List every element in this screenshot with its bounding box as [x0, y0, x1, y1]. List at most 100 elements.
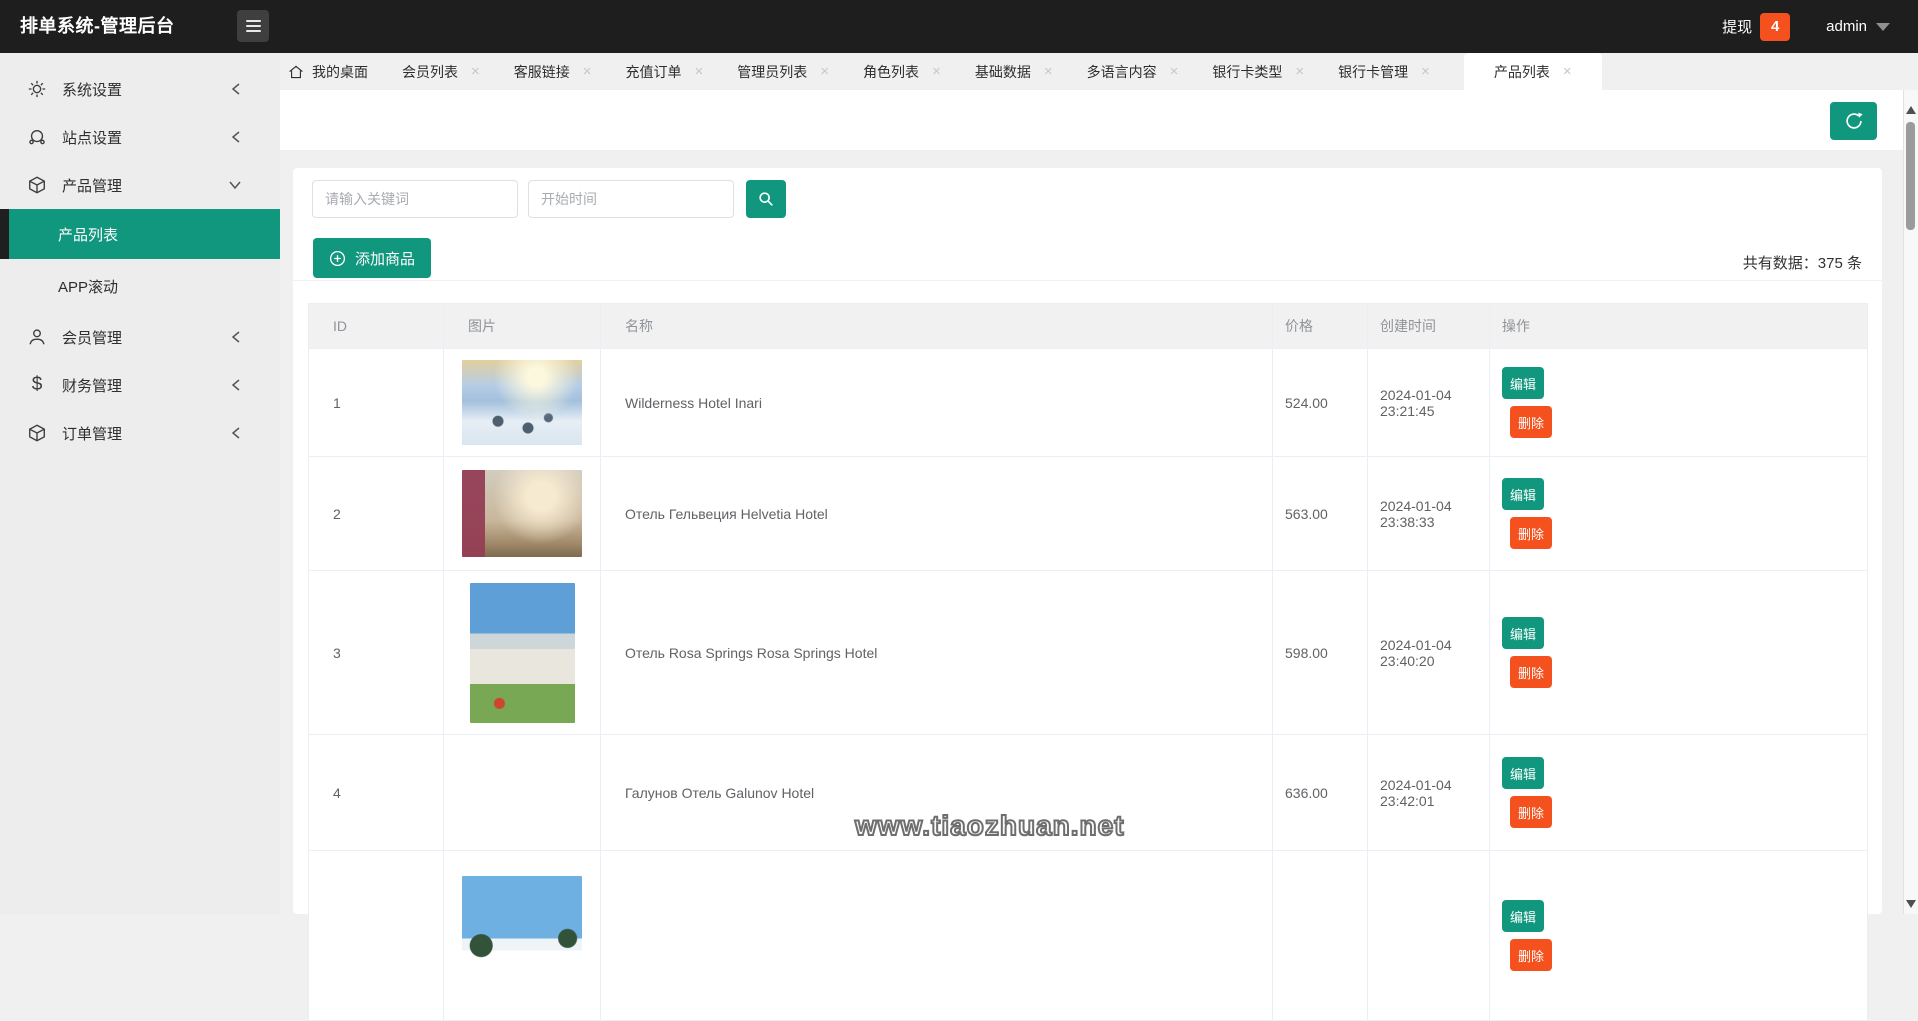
close-icon[interactable]: × [1295, 64, 1304, 79]
delete-button[interactable]: 删除 [1510, 939, 1552, 971]
cell-price: 524.00 [1272, 348, 1368, 457]
sidebar-item-product-management[interactable]: 产品管理 [0, 161, 280, 209]
scroll-up-arrow-icon[interactable] [1906, 106, 1916, 114]
tab-multilanguage[interactable]: 多语言内容 × [1087, 53, 1179, 90]
table-row: 1 Wilderness Hotel Inari 524.00 2024-01-… [308, 348, 1868, 457]
sidebar-item-site-settings[interactable]: 站点设置 [0, 113, 280, 161]
column-header-id: ID [308, 303, 444, 349]
column-header-price: 价格 [1272, 303, 1368, 349]
home-icon [288, 64, 304, 80]
edit-button[interactable]: 编辑 [1502, 478, 1544, 510]
edit-button[interactable]: 编辑 [1502, 757, 1544, 789]
tab-label: 多语言内容 [1086, 63, 1157, 80]
sidebar-item-label: 会员管理 [62, 329, 123, 347]
close-icon[interactable]: × [1563, 64, 1572, 79]
sidebar-item-label: 财务管理 [62, 377, 123, 395]
chevron-left-icon [230, 330, 242, 344]
delete-button[interactable]: 删除 [1510, 406, 1552, 438]
hamburger-icon [245, 20, 261, 22]
user-menu[interactable]: admin [1826, 18, 1867, 35]
total-count-text: 共有数据：375 条 [1742, 255, 1862, 272]
tab-bankcard-type[interactable]: 银行卡类型 × [1212, 53, 1304, 90]
vertical-scrollbar [1903, 90, 1918, 914]
sidebar-item-label: 产品管理 [62, 177, 123, 195]
cell-id: 3 [308, 570, 444, 735]
tab-recharge-orders[interactable]: 充值订单 × [626, 53, 704, 90]
chevron-down-icon[interactable] [1876, 22, 1890, 31]
tab-bankcard-management[interactable]: 银行卡管理 × [1338, 53, 1430, 90]
cell-created: 2024-01-04 23:38:33 [1367, 456, 1490, 571]
refresh-button[interactable] [1830, 102, 1877, 140]
add-product-button[interactable]: 添加商品 [313, 238, 432, 278]
tab-label: 充值订单 [625, 63, 682, 80]
edit-button[interactable]: 编辑 [1502, 367, 1544, 399]
tab-label: 基础数据 [974, 63, 1031, 80]
close-icon[interactable]: × [1170, 64, 1179, 79]
main-content: 添加商品 共有数据：375 条 ID 图片 名称 价格 创建时间 操作 1 [280, 90, 1903, 1021]
column-header-created: 创建时间 [1367, 303, 1490, 349]
delete-button[interactable]: 删除 [1510, 517, 1552, 549]
header-right: 提现 4 admin [1722, 0, 1890, 53]
tab-label: 银行卡管理 [1338, 63, 1409, 80]
chevron-left-icon [230, 426, 242, 440]
cell-price: 598.00 [1272, 570, 1368, 735]
close-icon[interactable]: × [1421, 64, 1430, 79]
sidebar-item-system-settings[interactable]: 系统设置 [0, 65, 280, 113]
tab-role-list[interactable]: 角色列表 × [863, 53, 941, 90]
app-title: 排单系统-管理后台 [20, 16, 175, 36]
sidebar-item-label: 站点设置 [62, 129, 123, 147]
sidebar-item-product-list[interactable]: 产品列表 [0, 209, 280, 259]
cell-price [1272, 850, 1368, 1021]
tab-admin-list[interactable]: 管理员列表 × [737, 53, 829, 90]
product-image [462, 360, 582, 445]
chevron-down-icon [228, 179, 242, 191]
cell-name: Галунов Отель Galunov Hotel [600, 734, 1273, 851]
sidebar-toggle-button[interactable] [237, 10, 269, 42]
sidebar-item-app-scroll[interactable]: APP滚动 [0, 259, 280, 313]
search-button[interactable] [746, 180, 786, 218]
edit-button[interactable]: 编辑 [1502, 617, 1544, 649]
table-header-row: ID 图片 名称 价格 创建时间 操作 [308, 303, 1868, 349]
table-row: 编辑删除 [308, 850, 1868, 1021]
close-icon[interactable]: × [695, 64, 704, 79]
tab-member-list[interactable]: 会员列表 × [402, 53, 480, 90]
cell-name: Отель Гельвеция Helvetia Hotel [600, 456, 1273, 571]
site-icon [26, 126, 48, 148]
start-time-input[interactable] [528, 180, 734, 218]
table-row: 4 Галунов Отель Galunov Hotel 636.00 202… [308, 734, 1868, 851]
scroll-down-arrow-icon[interactable] [1906, 900, 1916, 908]
cell-price: 563.00 [1272, 456, 1368, 571]
tab-product-list-active[interactable]: 产品列表 × [1463, 53, 1602, 90]
tab-support-link[interactable]: 客服链接 × [514, 53, 592, 90]
product-table: ID 图片 名称 价格 创建时间 操作 1 Wilderness Hotel I… [308, 303, 1868, 1021]
close-icon[interactable]: × [932, 64, 941, 79]
close-icon[interactable]: × [471, 64, 480, 79]
withdraw-count-badge: 4 [1760, 12, 1791, 41]
cell-id: 1 [308, 348, 444, 457]
close-icon[interactable]: × [820, 64, 829, 79]
sidebar-item-order-management[interactable]: 订单管理 [0, 409, 280, 457]
table-row: 2 Отель Гельвеция Helvetia Hotel 563.00 … [308, 456, 1868, 571]
withdraw-link[interactable]: 提现 [1722, 16, 1752, 37]
edit-button[interactable]: 编辑 [1502, 900, 1544, 932]
cell-id [308, 850, 444, 1021]
tab-label: 会员列表 [402, 63, 458, 80]
cell-price: 636.00 [1272, 734, 1368, 851]
tab-label: 客服链接 [513, 63, 570, 80]
tab-my-desktop[interactable]: 我的桌面 [288, 53, 368, 90]
keyword-search-input[interactable] [312, 180, 518, 218]
sidebar-item-finance-management[interactable]: $ 财务管理 [0, 361, 280, 409]
section-divider [293, 280, 1882, 281]
chevron-left-icon [230, 82, 242, 96]
table-row: 3 Отель Rosa Springs Rosa Springs Hotel … [308, 570, 1868, 735]
close-icon[interactable]: × [1044, 64, 1053, 79]
scrollbar-thumb[interactable] [1906, 122, 1915, 230]
cell-name [600, 850, 1273, 1021]
product-image [462, 470, 582, 557]
delete-button[interactable]: 删除 [1510, 656, 1552, 688]
product-image [469, 582, 575, 723]
close-icon[interactable]: × [583, 64, 592, 79]
delete-button[interactable]: 删除 [1510, 796, 1552, 828]
tab-base-data[interactable]: 基础数据 × [975, 53, 1053, 90]
sidebar-item-member-management[interactable]: 会员管理 [0, 313, 280, 361]
